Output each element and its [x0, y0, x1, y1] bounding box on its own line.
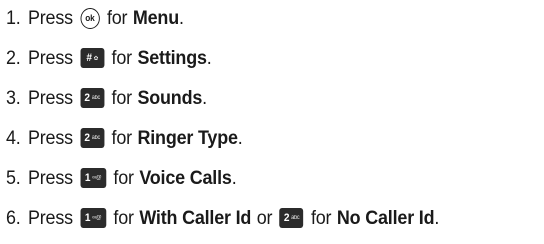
- step-number: 3.: [6, 86, 21, 109]
- step-number: 6.: [6, 206, 21, 229]
- one-voicemail-key-icon: 1 ∞@: [80, 208, 107, 228]
- step-5: 5. Press 1 ∞@ for Voice Calls.: [6, 162, 237, 194]
- step-1: 1. Press ok for Menu.: [6, 2, 184, 34]
- period: .: [237, 126, 243, 149]
- ringer-type-target: Ringer Type: [137, 126, 238, 149]
- for-text: for: [111, 46, 133, 69]
- or-text: or: [256, 206, 273, 229]
- period: .: [206, 46, 212, 69]
- voice-calls-target: Voice Calls: [139, 166, 232, 189]
- period: .: [231, 166, 237, 189]
- step-4: 4. Press 2 abc for Ringer Type.: [6, 122, 243, 154]
- with-caller-id-target: With Caller Id: [139, 206, 252, 229]
- two-abc-key-icon: 2 abc: [80, 128, 105, 148]
- period: .: [178, 6, 184, 29]
- step-number: 4.: [6, 126, 21, 149]
- key-sub-glyph: abc: [291, 215, 300, 221]
- for-text: for: [310, 206, 332, 229]
- settings-target: Settings: [137, 46, 207, 69]
- key-main-glyph: #: [86, 52, 92, 64]
- press-text: Press: [27, 126, 73, 149]
- key-sub-glyph: ✿: [93, 55, 99, 62]
- step-number: 5.: [6, 166, 21, 189]
- key-main-glyph: 1: [84, 172, 91, 184]
- press-text: Press: [27, 46, 73, 69]
- two-abc-key-icon: 2 abc: [80, 88, 105, 108]
- key-main-glyph: 2: [84, 92, 90, 104]
- two-abc-key-icon: 2 abc: [279, 208, 304, 228]
- step-number: 2.: [6, 46, 21, 69]
- step-number: 1.: [6, 6, 21, 29]
- key-main-glyph: 2: [283, 212, 290, 224]
- ok-key-icon: ok: [80, 7, 100, 29]
- for-text: for: [111, 86, 133, 109]
- no-caller-id-target: No Caller Id: [336, 206, 435, 229]
- menu-target: Menu: [132, 6, 179, 29]
- step-2: 2. Press # ✿ for Settings.: [6, 42, 212, 74]
- sounds-target: Sounds: [137, 86, 203, 109]
- press-text: Press: [27, 206, 73, 229]
- for-text: for: [113, 206, 134, 229]
- for-text: for: [111, 126, 133, 149]
- key-sub-glyph: abc: [91, 95, 101, 101]
- period: .: [434, 206, 440, 229]
- key-main-glyph: 1: [84, 212, 91, 224]
- for-text: for: [106, 6, 128, 29]
- step-3: 3. Press 2 abc for Sounds.: [6, 82, 207, 114]
- one-voicemail-key-icon: 1 ∞@: [80, 168, 107, 188]
- press-text: Press: [27, 86, 73, 109]
- press-text: Press: [27, 6, 73, 29]
- step-6: 6. Press 1 ∞@ for With Caller Id or 2 abc …: [6, 202, 439, 234]
- for-text: for: [113, 166, 134, 189]
- key-sub-glyph: ∞@: [92, 175, 102, 181]
- hash-key-icon: # ✿: [80, 48, 105, 68]
- press-text: Press: [27, 166, 73, 189]
- key-sub-glyph: ∞@: [92, 215, 102, 221]
- key-sub-glyph: abc: [91, 135, 101, 141]
- period: .: [202, 86, 207, 109]
- key-main-glyph: 2: [84, 132, 90, 144]
